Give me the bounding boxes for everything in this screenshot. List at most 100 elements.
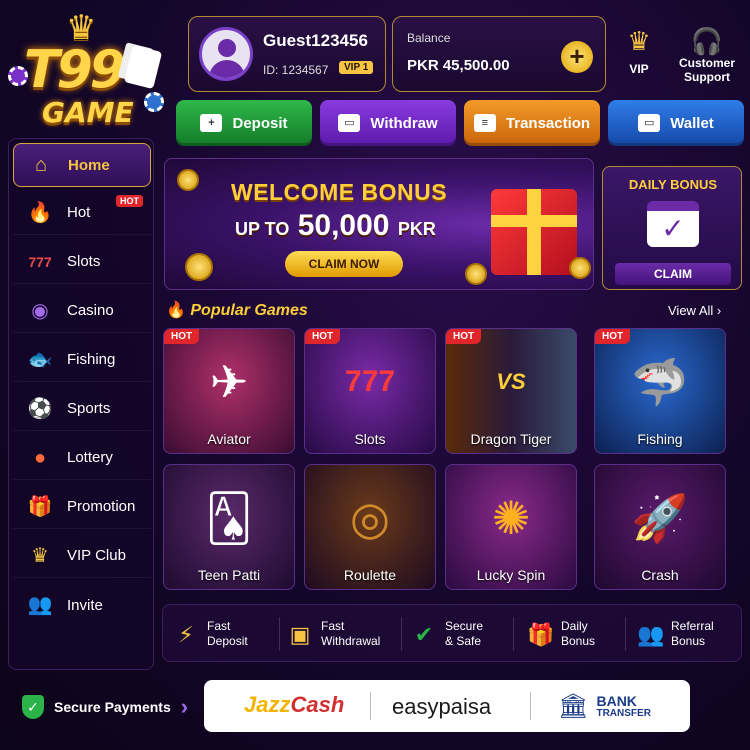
customer-support-label: Customer Support: [678, 56, 735, 84]
game-card-dragon-tiger[interactable]: VS HOT Dragon Tiger: [445, 328, 577, 454]
sidebar-item-label: Slots: [67, 253, 101, 270]
hot-badge: HOT: [164, 329, 200, 344]
game-card-fishing[interactable]: 🦈 HOT Fishing: [594, 328, 726, 454]
deposit-label: Deposit: [232, 114, 288, 132]
feature-fast-withdrawal: ▣ Fast Withdrawal: [287, 613, 381, 655]
avatar[interactable]: [199, 27, 253, 81]
chip-icon: [144, 92, 164, 112]
slot-machine-icon: 777: [28, 253, 52, 270]
feature-secure-safe: ✔ Secure & Safe: [411, 613, 483, 655]
chip-icon: ◉: [31, 299, 49, 322]
shield-check-icon: ✓: [22, 695, 44, 719]
chevron-right-icon: ›: [716, 303, 722, 318]
crown-icon: ♛: [31, 544, 49, 567]
sidebar-item-fishing[interactable]: 🐟 Fishing: [13, 338, 151, 382]
sidebar-item-invite[interactable]: 👥 Invite: [13, 583, 151, 627]
feature-referral-bonus: 👥 Referral Bonus: [637, 619, 714, 648]
game-title: Fishing: [637, 431, 683, 447]
game-card-crash[interactable]: 🚀 Crash: [594, 464, 726, 590]
transaction-button[interactable]: ≡ Transaction: [464, 100, 600, 146]
view-all-link[interactable]: View All ›: [668, 303, 721, 318]
sidebar-item-casino[interactable]: ◉ Casino: [13, 289, 151, 333]
game-title: Lucky Spin: [476, 567, 546, 583]
jazzcash-logo[interactable]: JazzCash: [244, 692, 344, 718]
sidebar-item-home[interactable]: ⌂ Home: [13, 143, 151, 187]
sidebar-item-sports[interactable]: ⚽ Sports: [13, 387, 151, 431]
wallet-icon: ▭: [638, 114, 661, 132]
logo-text-t99: T99: [24, 40, 126, 100]
sidebar-nav: ⌂ Home 🔥 Hot HOT 777 Slots ◉ Casino 🐟 Fi…: [8, 138, 154, 670]
balance-panel: Balance PKR 45,500.00 +: [392, 16, 606, 92]
document-icon: ≡: [473, 114, 496, 132]
user-profile-panel[interactable]: Guest123456 ID: 1234567 VIP 1: [188, 16, 386, 92]
soccer-ball-icon: ⚽: [27, 397, 53, 420]
gift-icon: 🎁: [27, 495, 53, 518]
vip-link[interactable]: ♛ VIP: [618, 26, 660, 76]
daily-bonus-card[interactable]: DAILY BONUS ✓ CLAIM: [602, 166, 742, 290]
game-title: Slots: [354, 431, 386, 447]
features-bar: ⚡ Fast Deposit ▣ Fast Withdrawal ✔ Secure &…: [162, 604, 742, 662]
game-card-roulette[interactable]: ◎ Roulette: [304, 464, 436, 590]
vip-link-label: VIP: [629, 62, 649, 76]
claim-now-button[interactable]: CLAIM NOW: [285, 251, 403, 277]
payment-methods-strip: JazzCash easypaisa 🏛 BANK TRANSFER: [204, 680, 690, 732]
calendar-check-icon: ✓: [647, 201, 699, 247]
chip-icon: [8, 66, 28, 86]
sidebar-item-label: Invite: [67, 596, 103, 614]
fire-icon: 🔥: [166, 302, 186, 319]
banner-amount: UP TO 50,000 PKR: [235, 209, 436, 242]
coin-icon: [569, 257, 591, 279]
daily-claim-button[interactable]: CLAIM: [615, 263, 731, 285]
user-id: ID: 1234567: [263, 63, 329, 77]
game-title: Aviator: [207, 431, 251, 447]
sidebar-item-label: VIP Club: [67, 547, 126, 564]
deposit-button[interactable]: + Deposit: [176, 100, 312, 146]
game-card-lucky-spin[interactable]: ✺ Lucky Spin: [445, 464, 577, 590]
game-card-teen-patti[interactable]: 🂡 Teen Patti: [163, 464, 295, 590]
bank-transfer-logo[interactable]: 🏛 BANK TRANSFER: [558, 692, 651, 721]
welcome-bonus-banner[interactable]: WELCOME BONUS UP TO 50,000 PKR CLAIM NOW: [164, 158, 594, 290]
wallet-icon: ▣: [289, 621, 311, 647]
balance-value: PKR 45,500.00: [407, 57, 510, 74]
secure-payments-label: ✓ Secure Payments ›: [22, 694, 188, 720]
home-icon: ⌂: [34, 154, 48, 176]
lightning-icon: ⚡: [178, 621, 194, 647]
fish-icon: 🐟: [27, 348, 53, 371]
headset-icon: 🎧: [690, 26, 724, 56]
withdraw-button[interactable]: ▭ Withdraw: [320, 100, 456, 146]
game-title: Crash: [641, 567, 679, 583]
game-card-slots[interactable]: 777 HOT Slots: [304, 328, 436, 454]
sidebar-item-lottery[interactable]: ● Lottery: [13, 436, 151, 480]
bank-icon: 🏛: [558, 693, 589, 720]
withdraw-label: Withdraw: [370, 114, 438, 132]
sidebar-item-label: Sports: [67, 400, 111, 417]
sidebar-item-label: Fishing: [67, 351, 116, 368]
sidebar-item-promotion[interactable]: 🎁 Promotion: [13, 485, 151, 529]
shield-check-icon: ✔: [414, 621, 434, 647]
game-title: Roulette: [343, 567, 397, 583]
wallet-button[interactable]: ▭ Wallet: [608, 100, 744, 146]
sidebar-item-slots[interactable]: 777 Slots: [13, 240, 151, 284]
sidebar-item-label: Promotion: [67, 498, 136, 515]
sidebar-item-vip-club[interactable]: ♛ VIP Club: [13, 534, 151, 578]
site-logo[interactable]: ♛ T99 GAME: [6, 6, 166, 131]
game-card-aviator[interactable]: ✈ HOT Aviator: [163, 328, 295, 454]
easypaisa-logo[interactable]: easypaisa: [392, 694, 491, 720]
hot-badge: HOT: [116, 195, 143, 207]
wallet-icon: ▭: [338, 114, 361, 132]
coin-icon: [465, 263, 487, 285]
playing-cards-icon: [123, 44, 163, 90]
customer-support-link[interactable]: 🎧 Customer Support: [672, 26, 742, 84]
coin-icon: [185, 253, 213, 281]
gift-icon: 🎁: [527, 621, 555, 647]
vip-level-badge: VIP 1: [339, 61, 374, 74]
hot-badge: HOT: [446, 329, 482, 344]
sidebar-item-label: Lottery: [67, 449, 113, 466]
transaction-label: Transaction: [505, 114, 591, 132]
sidebar-item-hot[interactable]: 🔥 Hot HOT: [13, 191, 151, 235]
coin-icon: [177, 169, 199, 191]
feature-fast-deposit: ⚡ Fast Deposit: [173, 613, 247, 655]
add-funds-button[interactable]: +: [561, 41, 593, 73]
crown-icon: ♛: [627, 26, 651, 56]
sidebar-item-label: Home: [68, 156, 110, 174]
